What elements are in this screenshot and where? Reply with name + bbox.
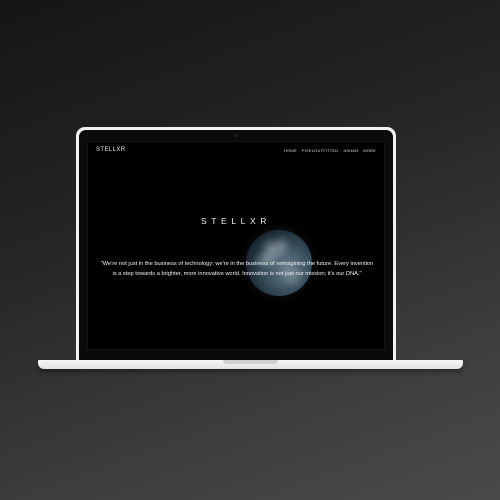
nav-item-ashan[interactable]: ASHAN xyxy=(343,148,358,153)
hero-quote: "We're not just in the business of techn… xyxy=(100,261,374,277)
site-navbar: STELLXR HOME PIXELOUTFITTED ASHAN MORE xyxy=(88,142,384,158)
nav-item-home[interactable]: HOME xyxy=(284,148,297,153)
webcam-dot xyxy=(235,134,238,137)
nav-item-pixeloutfitted[interactable]: PIXELOUTFITTED xyxy=(302,148,339,153)
laptop-notch xyxy=(223,360,278,364)
laptop-screen: STELLXR HOME PIXELOUTFITTED ASHAN MORE S… xyxy=(87,141,385,350)
nav-menu: HOME PIXELOUTFITTED ASHAN MORE xyxy=(284,148,376,153)
laptop-mockup: STELLXR HOME PIXELOUTFITTED ASHAN MORE S… xyxy=(0,0,500,500)
brand-logo[interactable]: STELLXR xyxy=(96,147,125,153)
hero-logo: STELLXR xyxy=(201,216,271,226)
nav-item-more[interactable]: MORE xyxy=(363,148,376,153)
